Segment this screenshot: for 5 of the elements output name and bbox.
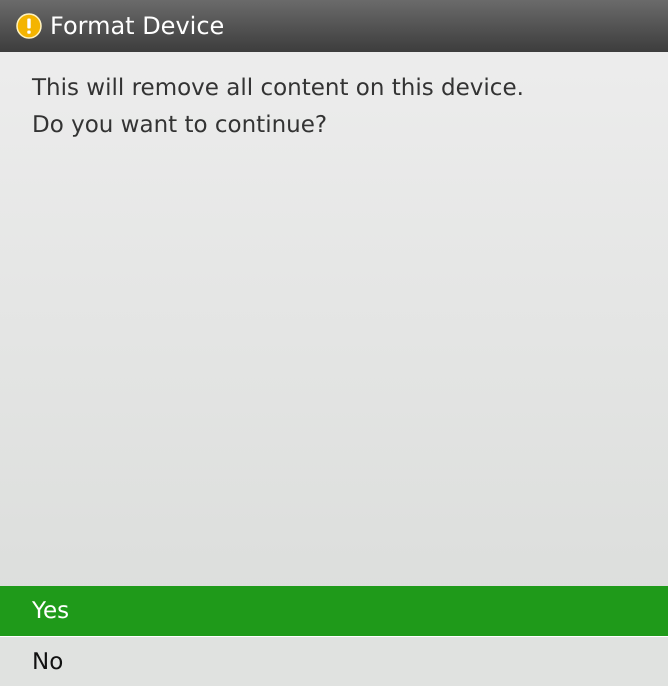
- option-button[interactable]: Yes: [0, 586, 668, 636]
- window-title: Format Device: [50, 12, 224, 40]
- message-text: This will remove all content on this device.: [32, 74, 524, 103]
- warning-icon: [16, 13, 42, 39]
- message-text: Do you want to continue?: [32, 111, 328, 140]
